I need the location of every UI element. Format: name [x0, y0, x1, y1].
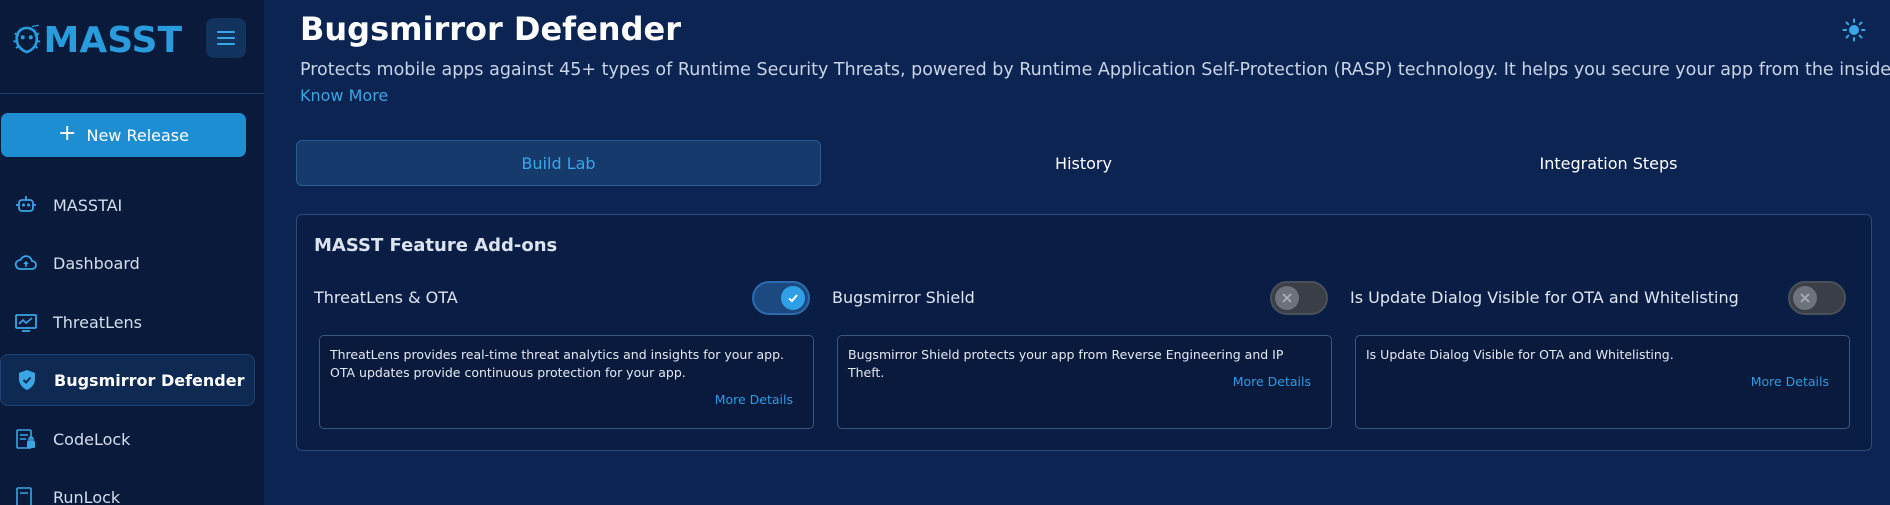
feature-update-dialog: Is Update Dialog Visible for OTA and Whi…	[1350, 215, 1870, 452]
feature-description: ThreatLens provides real-time threat ana…	[330, 347, 784, 380]
feature-threatlens-ota: ThreatLens & OTA ThreatLens provides rea…	[314, 215, 834, 452]
more-details-link[interactable]: More Details	[715, 392, 793, 407]
close-icon	[1793, 286, 1817, 310]
new-release-button[interactable]: + New Release	[1, 113, 246, 157]
check-icon	[781, 286, 805, 310]
hamburger-icon	[217, 31, 235, 45]
sun-icon[interactable]	[1842, 18, 1866, 42]
bugsmirror-shield-toggle[interactable]	[1270, 281, 1328, 315]
new-release-label: New Release	[86, 125, 189, 145]
more-details-link[interactable]: More Details	[1233, 374, 1311, 389]
close-icon	[1275, 286, 1299, 310]
feature-description-box: ThreatLens provides real-time threat ana…	[319, 335, 814, 429]
sidebar-item-label: MASSTAI	[53, 195, 123, 215]
feature-description-box: Is Update Dialog Visible for OTA and Whi…	[1355, 335, 1850, 429]
code-lock-icon	[14, 427, 38, 451]
logo-text: MASST	[43, 19, 182, 61]
feature-name: ThreatLens & OTA	[314, 288, 458, 307]
shield-check-icon	[15, 368, 39, 392]
update-dialog-toggle[interactable]	[1788, 281, 1846, 315]
logo-icon	[13, 24, 41, 54]
feature-bugsmirror-shield: Bugsmirror Shield Bugsmirror Shield prot…	[832, 215, 1352, 452]
runlock-icon	[14, 485, 38, 505]
sidebar-item-label: Dashboard	[53, 253, 140, 273]
menu-toggle-button[interactable]	[206, 18, 246, 58]
feature-description-box: Bugsmirror Shield protects your app from…	[837, 335, 1332, 429]
monitor-chart-icon	[14, 310, 38, 334]
page-description: Protects mobile apps against 45+ types o…	[300, 60, 1890, 80]
sidebar-item-bugsmirror-defender[interactable]: Bugsmirror Defender	[0, 354, 255, 406]
sidebar-item-threatlens[interactable]: ThreatLens	[0, 296, 255, 348]
tab-integration-steps[interactable]: Integration Steps	[1346, 140, 1871, 186]
feature-addons-card: MASST Feature Add-ons ThreatLens & OTA T…	[296, 214, 1872, 451]
feature-name: Is Update Dialog Visible for OTA and Whi…	[1350, 288, 1739, 307]
feature-description: Is Update Dialog Visible for OTA and Whi…	[1366, 347, 1674, 362]
sidebar-item-label: RunLock	[53, 487, 121, 505]
sidebar-item-label: Bugsmirror Defender	[54, 370, 245, 390]
logo[interactable]: MASST	[12, 14, 182, 66]
more-details-link[interactable]: More Details	[1751, 374, 1829, 389]
tab-bar: Build Lab History Integration Steps	[296, 140, 1872, 186]
sidebar-item-label: ThreatLens	[53, 312, 143, 332]
feature-name: Bugsmirror Shield	[832, 288, 975, 307]
sidebar-item-masstai[interactable]: MASSTAI	[0, 179, 255, 231]
sidebar-item-runlock[interactable]: RunLock	[0, 471, 255, 505]
sidebar-divider	[0, 93, 264, 94]
page-title: Bugsmirror Defender	[300, 10, 681, 48]
sidebar: MASST + New Release MASSTAI Dashboard Th…	[0, 0, 264, 505]
sidebar-item-label: CodeLock	[53, 429, 131, 449]
threatlens-ota-toggle[interactable]	[752, 281, 810, 315]
plus-icon: +	[58, 120, 77, 146]
cloud-icon	[14, 251, 38, 275]
sidebar-item-dashboard[interactable]: Dashboard	[0, 237, 255, 289]
know-more-link[interactable]: Know More	[300, 86, 388, 105]
sidebar-item-codelock[interactable]: CodeLock	[0, 413, 255, 465]
robot-icon	[14, 193, 38, 217]
tab-build-lab[interactable]: Build Lab	[296, 140, 821, 186]
tab-history[interactable]: History	[821, 140, 1346, 186]
